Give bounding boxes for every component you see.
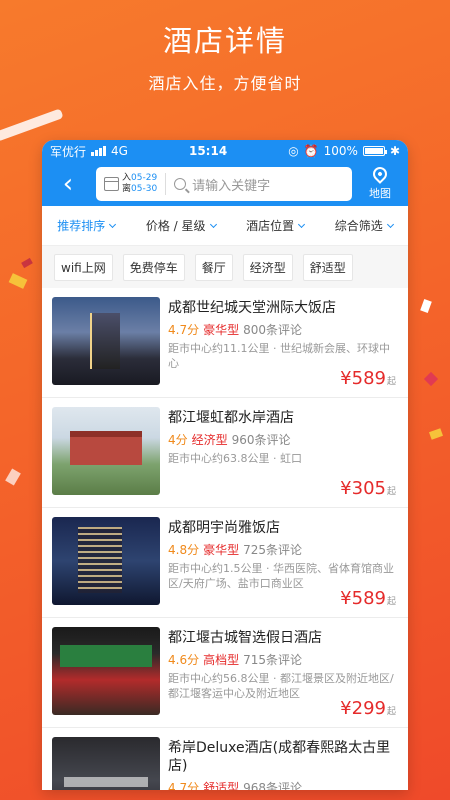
chevron-down-icon (209, 220, 217, 228)
tag-wifi[interactable]: wifi上网 (54, 253, 113, 281)
hotel-card[interactable]: 成都世纪城天堂洲际大饭店 4.7分 豪华型 800条评论 距市中心约11.1公里… (42, 288, 408, 398)
hotel-photo (52, 737, 160, 790)
confetti-decoration (8, 273, 28, 289)
hotel-name: 都江堰古城智选假日酒店 (168, 630, 322, 646)
hotel-photo (52, 407, 160, 495)
map-label: 地图 (369, 187, 391, 200)
map-pin-icon (370, 164, 390, 184)
price-suffix: 起 (386, 597, 396, 607)
hotel-price: ¥589 (340, 588, 386, 609)
confetti-decoration (21, 257, 33, 269)
hotel-reviews: 725条评论 (243, 543, 303, 557)
hotel-reviews: 715条评论 (243, 653, 303, 667)
hotel-score: 4.7分 (168, 323, 200, 337)
promo-title: 酒店详情 (162, 24, 287, 58)
chevron-down-icon (386, 220, 394, 228)
tag-economy[interactable]: 经济型 (242, 253, 293, 281)
confetti-decoration (0, 108, 64, 142)
filter-location[interactable]: 酒店位置 (246, 217, 306, 234)
filter-label: 综合筛选 (334, 219, 383, 233)
alarm-icon: ⏰ (303, 144, 319, 158)
nav-bar: ‹ 入05-29 离05-30 请输入关键字 地图 (42, 162, 408, 206)
battery-icon (362, 146, 387, 156)
tag-restaurant[interactable]: 餐厅 (194, 253, 233, 281)
hotel-grade: 高档型 (203, 653, 240, 667)
quick-tags: wifi上网 免费停车 餐厅 经济型 舒适型 (42, 246, 408, 288)
filter-label: 酒店位置 (246, 219, 295, 233)
filter-price-star[interactable]: 价格 / 星级 (145, 217, 217, 234)
hotel-location: 距市中心约56.8公里 · 都江堰景区及附近地区/都江堰客运中心及附近地区 (168, 672, 394, 700)
hotel-location: 距市中心约11.1公里 · 世纪城新会展、环球中心 (168, 342, 390, 370)
hotel-name: 成都世纪城天堂洲际大饭店 (168, 300, 336, 316)
confetti-decoration (428, 428, 444, 440)
filter-label: 推荐排序 (57, 219, 106, 233)
hotel-name: 都江堰虹都水岸酒店 (168, 410, 294, 426)
bluetooth-icon: ✱ (389, 144, 400, 158)
carrier-label: 军优行 (50, 144, 87, 159)
hotel-price: ¥299 (340, 698, 386, 719)
hotel-score: 4.7分 (168, 781, 200, 790)
confetti-decoration (5, 468, 21, 486)
hotel-price: ¥305 (340, 478, 386, 499)
price-suffix: 起 (386, 377, 396, 387)
search-input[interactable]: 请输入关键字 (192, 175, 270, 194)
calendar-icon (104, 177, 119, 191)
filter-label: 价格 / 星级 (145, 219, 206, 233)
signal-icon (91, 146, 107, 156)
hotel-score: 4.8分 (168, 543, 200, 557)
hotel-reviews: 968条评论 (243, 781, 303, 790)
hotel-location: 距市中心约1.5公里 · 华西医院、省体育馆商业区/天府广场、盐市口商业区 (168, 562, 394, 590)
hotel-grade: 豪华型 (203, 323, 240, 337)
hotel-card[interactable]: 都江堰古城智选假日酒店 4.6分 高档型 715条评论 距市中心约56.8公里 … (42, 618, 408, 728)
hotel-photo (52, 627, 160, 715)
hotel-name: 成都明宇尚雅饭店 (168, 520, 280, 536)
date-picker[interactable]: 入05-29 离05-30 (104, 173, 167, 195)
hotel-card[interactable]: 成都明宇尚雅饭店 4.8分 豪华型 725条评论 距市中心约1.5公里 · 华西… (42, 508, 408, 618)
hotel-name: 希岸Deluxe酒店(成都春熙路太古里店) (168, 740, 391, 774)
hotel-grade: 舒适型 (203, 781, 240, 790)
map-button[interactable]: 地图 (358, 164, 402, 201)
rotation-lock-icon: ◎ (288, 144, 299, 158)
hotel-card[interactable]: 希岸Deluxe酒店(成都春熙路太古里店) 4.7分 舒适型 968条评论 (42, 728, 408, 790)
checkout-date: 05-30 (131, 184, 158, 194)
chevron-down-icon (298, 220, 306, 228)
hotel-grade: 豪华型 (203, 543, 240, 557)
tag-free-parking[interactable]: 免费停车 (122, 253, 185, 281)
search-icon (174, 178, 187, 190)
filter-bar: 推荐排序 价格 / 星级 酒店位置 综合筛选 (42, 206, 408, 246)
checkin-label: 入 (122, 173, 132, 183)
filter-sort[interactable]: 推荐排序 (57, 217, 117, 234)
hotel-score: 4.6分 (168, 653, 200, 667)
hotel-reviews: 800条评论 (243, 323, 303, 337)
search-box[interactable]: 入05-29 离05-30 请输入关键字 (96, 167, 352, 201)
hotel-price: ¥589 (340, 368, 386, 389)
phone-screen: 军优行 4G 15:14 ◎ ⏰ 100% ✱ ‹ 入05-29 离05-30 (42, 140, 408, 790)
filter-comprehensive[interactable]: 综合筛选 (334, 217, 394, 234)
confetti-decoration (423, 371, 439, 387)
checkout-label: 离 (122, 184, 132, 194)
checkin-date: 05-29 (131, 173, 158, 183)
hotel-card[interactable]: 都江堰虹都水岸酒店 4分 经济型 960条评论 距市中心约63.8公里 · 虹口… (42, 398, 408, 508)
hotel-location: 距市中心约63.8公里 · 虹口 (168, 452, 302, 465)
back-button[interactable]: ‹ (46, 164, 90, 204)
price-suffix: 起 (386, 487, 396, 497)
tag-comfort[interactable]: 舒适型 (302, 253, 353, 281)
hotel-grade: 经济型 (191, 433, 228, 447)
chevron-down-icon (109, 220, 117, 228)
battery-percent: 100% (323, 144, 358, 158)
network-label: 4G (111, 144, 128, 158)
hotel-list: 成都世纪城天堂洲际大饭店 4.7分 豪华型 800条评论 距市中心约11.1公里… (42, 288, 408, 790)
chevron-left-icon: ‹ (62, 169, 74, 199)
hotel-score: 4分 (168, 433, 188, 447)
promo-subtitle: 酒店入住，方便省时 (148, 74, 302, 93)
hotel-reviews: 960条评论 (231, 433, 291, 447)
hotel-photo (52, 297, 160, 385)
price-suffix: 起 (386, 707, 396, 717)
status-time: 15:14 (188, 144, 228, 158)
confetti-decoration (420, 298, 432, 314)
hotel-photo (52, 517, 160, 605)
status-bar: 军优行 4G 15:14 ◎ ⏰ 100% ✱ (42, 140, 408, 162)
